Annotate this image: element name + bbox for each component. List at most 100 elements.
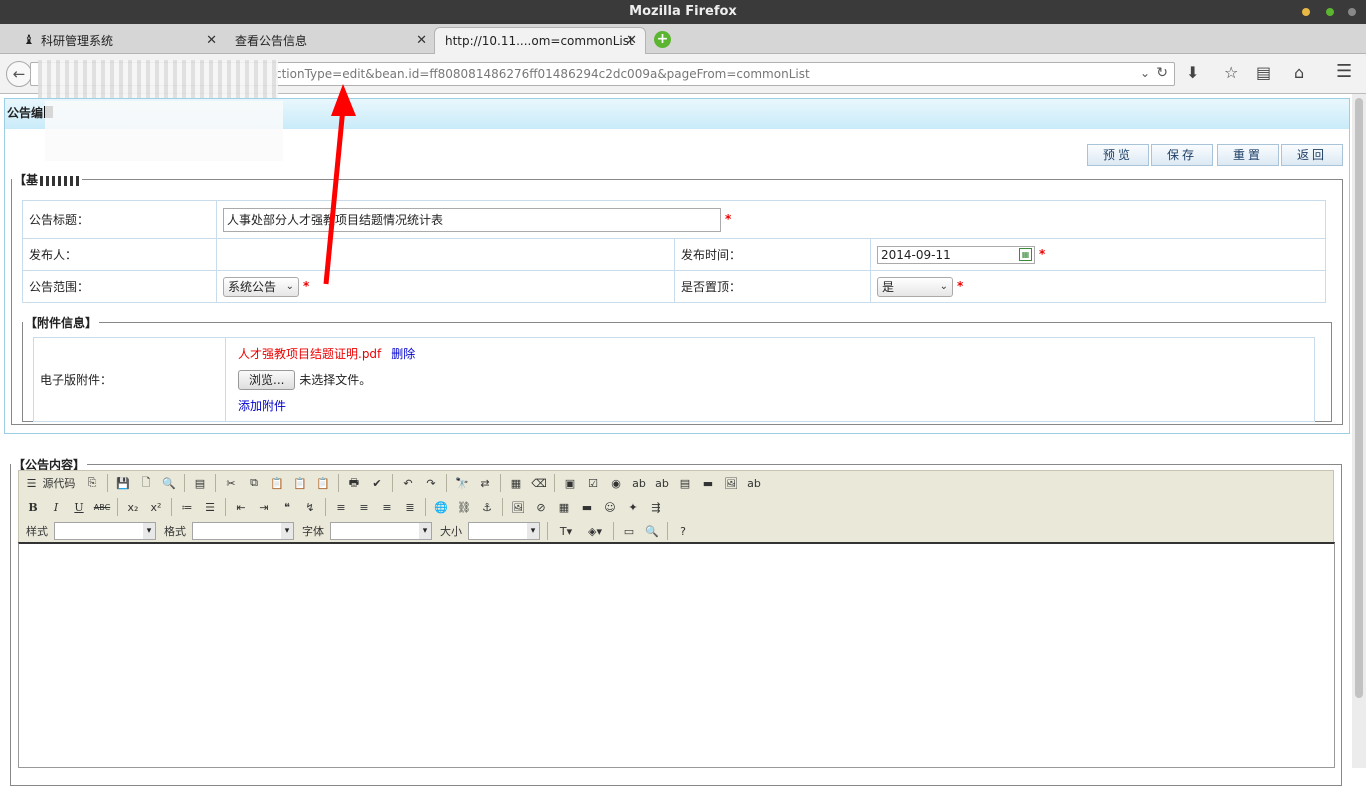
required-star: * <box>1039 247 1046 261</box>
save-button[interactable]: 保存 <box>1151 144 1213 166</box>
format-select[interactable] <box>192 522 294 540</box>
button-field-icon[interactable]: ▬ <box>698 473 718 493</box>
reset-button[interactable]: 重置 <box>1217 144 1279 166</box>
tab-announcement[interactable]: 查看公告信息 ✕ <box>226 27 436 54</box>
select-field-icon[interactable]: ▤ <box>675 473 695 493</box>
new-page-icon[interactable]: 🗋 <box>136 473 156 493</box>
minimize-button[interactable] <box>1302 8 1310 16</box>
link-icon[interactable]: 🌐 <box>431 497 451 517</box>
back-button[interactable]: 返回 <box>1281 144 1343 166</box>
remove-format-icon[interactable]: ⌫ <box>529 473 549 493</box>
outdent-icon[interactable]: ⇤ <box>231 497 251 517</box>
show-blocks-icon[interactable]: 🔍 <box>642 521 662 541</box>
preview-icon[interactable]: 🔍 <box>159 473 179 493</box>
div-icon[interactable]: ↯ <box>300 497 320 517</box>
italic-icon[interactable]: I <box>46 497 66 517</box>
subscript-icon[interactable]: x₂ <box>123 497 143 517</box>
reading-list-icon[interactable]: ▤ <box>1256 63 1271 82</box>
replace-icon[interactable]: ⇄ <box>475 473 495 493</box>
special-char-icon[interactable]: ✦ <box>623 497 643 517</box>
font-select[interactable] <box>330 522 432 540</box>
paste-text-icon[interactable]: 📋 <box>290 473 310 493</box>
close-window-button[interactable] <box>1348 8 1356 16</box>
star-bookmark-icon[interactable]: ☆ <box>1224 63 1238 82</box>
browse-button[interactable]: 浏览... <box>238 369 296 390</box>
paste-word-icon[interactable]: 📋 <box>313 473 333 493</box>
indent-icon[interactable]: ⇥ <box>254 497 274 517</box>
editor-content-area[interactable] <box>18 542 1335 768</box>
back-arrow-icon[interactable]: ← <box>6 61 32 87</box>
align-left-icon[interactable]: ≡ <box>331 497 351 517</box>
close-icon[interactable]: ✕ <box>416 28 427 54</box>
help-icon[interactable]: ? <box>673 521 693 541</box>
attachment-file-link[interactable]: 人才强教项目结题证明.pdf <box>238 347 381 361</box>
bulleted-list-icon[interactable]: ☰ <box>200 497 220 517</box>
redo-icon[interactable]: ↷ <box>421 473 441 493</box>
size-select[interactable] <box>468 522 540 540</box>
style-select[interactable] <box>54 522 156 540</box>
preview-button[interactable]: 预览 <box>1087 144 1149 166</box>
close-icon[interactable]: ✕ <box>206 28 217 54</box>
hidden-field-icon[interactable]: ab <box>744 473 764 493</box>
strikethrough-icon[interactable]: ABC <box>92 497 112 517</box>
textfield-icon[interactable]: ab <box>629 473 649 493</box>
dropdown-icon[interactable]: ⌄ <box>1140 66 1150 80</box>
templates-icon[interactable]: ⎘ <box>82 473 102 493</box>
undo-icon[interactable]: ↶ <box>398 473 418 493</box>
reload-icon[interactable]: ↻ <box>1156 65 1168 81</box>
form-icon[interactable]: ▣ <box>560 473 580 493</box>
save-icon[interactable]: 💾 <box>113 473 133 493</box>
underline-icon[interactable]: U <box>69 497 89 517</box>
panel-title: 公告编 <box>7 106 44 120</box>
home-icon[interactable]: ⌂ <box>1294 63 1304 82</box>
numbered-list-icon[interactable]: ≔ <box>177 497 197 517</box>
title-input[interactable]: 人事处部分人才强教项目结题情况统计表 <box>223 207 721 232</box>
text-color-icon[interactable]: T▾ <box>553 521 579 541</box>
source-code-button[interactable]: ☰ 源代码 <box>23 473 79 493</box>
horizontal-rule-icon[interactable]: ▬ <box>577 497 597 517</box>
calendar-icon[interactable]: ▦ <box>1019 247 1032 261</box>
select-all-icon[interactable]: ▦ <box>506 473 526 493</box>
maximize-icon[interactable]: ▭ <box>619 521 639 541</box>
new-tab-icon[interactable]: + <box>654 31 671 48</box>
find-icon[interactable]: 🔭 <box>452 473 472 493</box>
delete-attachment-link[interactable]: 删除 <box>391 347 415 361</box>
bg-color-icon[interactable]: ◈▾ <box>582 521 608 541</box>
tab-keyan[interactable]: ♝ 科研管理系统 ✕ <box>14 27 226 54</box>
align-center-icon[interactable]: ≡ <box>354 497 374 517</box>
cut-icon[interactable]: ✂ <box>221 473 241 493</box>
scope-select[interactable]: 系统公告 ⌄ <box>223 276 299 297</box>
pubtime-input[interactable]: 2014-09-11 ▦ <box>877 245 1035 264</box>
spellcheck-icon[interactable]: ✔ <box>367 473 387 493</box>
page-break-icon[interactable]: ⇶ <box>646 497 666 517</box>
image-icon[interactable]: 🖼 <box>508 497 528 517</box>
anchor-icon[interactable]: ⚓ <box>477 497 497 517</box>
download-icon[interactable]: ⬇ <box>1186 63 1199 82</box>
textarea-icon[interactable]: ab <box>652 473 672 493</box>
paste-icon[interactable]: 📋 <box>267 473 287 493</box>
table-icon[interactable]: ▦ <box>554 497 574 517</box>
tab-current[interactable]: http://10.11....om=commonList ✕ <box>434 27 646 54</box>
scrollbar-thumb[interactable] <box>1355 98 1363 698</box>
image-button-icon[interactable]: 🖼 <box>721 473 741 493</box>
justify-icon[interactable]: ≣ <box>400 497 420 517</box>
superscript-icon[interactable]: x² <box>146 497 166 517</box>
radio-icon[interactable]: ◉ <box>606 473 626 493</box>
maximize-button[interactable] <box>1326 8 1334 16</box>
smiley-icon[interactable]: ☺ <box>600 497 620 517</box>
checkbox-icon[interactable]: ☑ <box>583 473 603 493</box>
close-icon[interactable]: ✕ <box>626 28 637 54</box>
copy-icon[interactable]: ⧉ <box>244 473 264 493</box>
blockquote-icon[interactable]: ❝ <box>277 497 297 517</box>
bold-icon[interactable]: B <box>23 497 43 517</box>
print-icon[interactable]: 🖶 <box>344 473 364 493</box>
align-right-icon[interactable]: ≡ <box>377 497 397 517</box>
vertical-scrollbar[interactable] <box>1352 94 1366 768</box>
format-label: 格式 <box>164 525 186 538</box>
add-attachment-link[interactable]: 添加附件 <box>238 399 286 413</box>
flash-icon[interactable]: ⊘ <box>531 497 551 517</box>
unlink-icon[interactable]: ⛓ <box>454 497 474 517</box>
top-select[interactable]: 是 ⌄ <box>877 276 953 297</box>
menu-icon[interactable]: ☰ <box>1336 61 1352 82</box>
template-icon[interactable]: ▤ <box>190 473 210 493</box>
